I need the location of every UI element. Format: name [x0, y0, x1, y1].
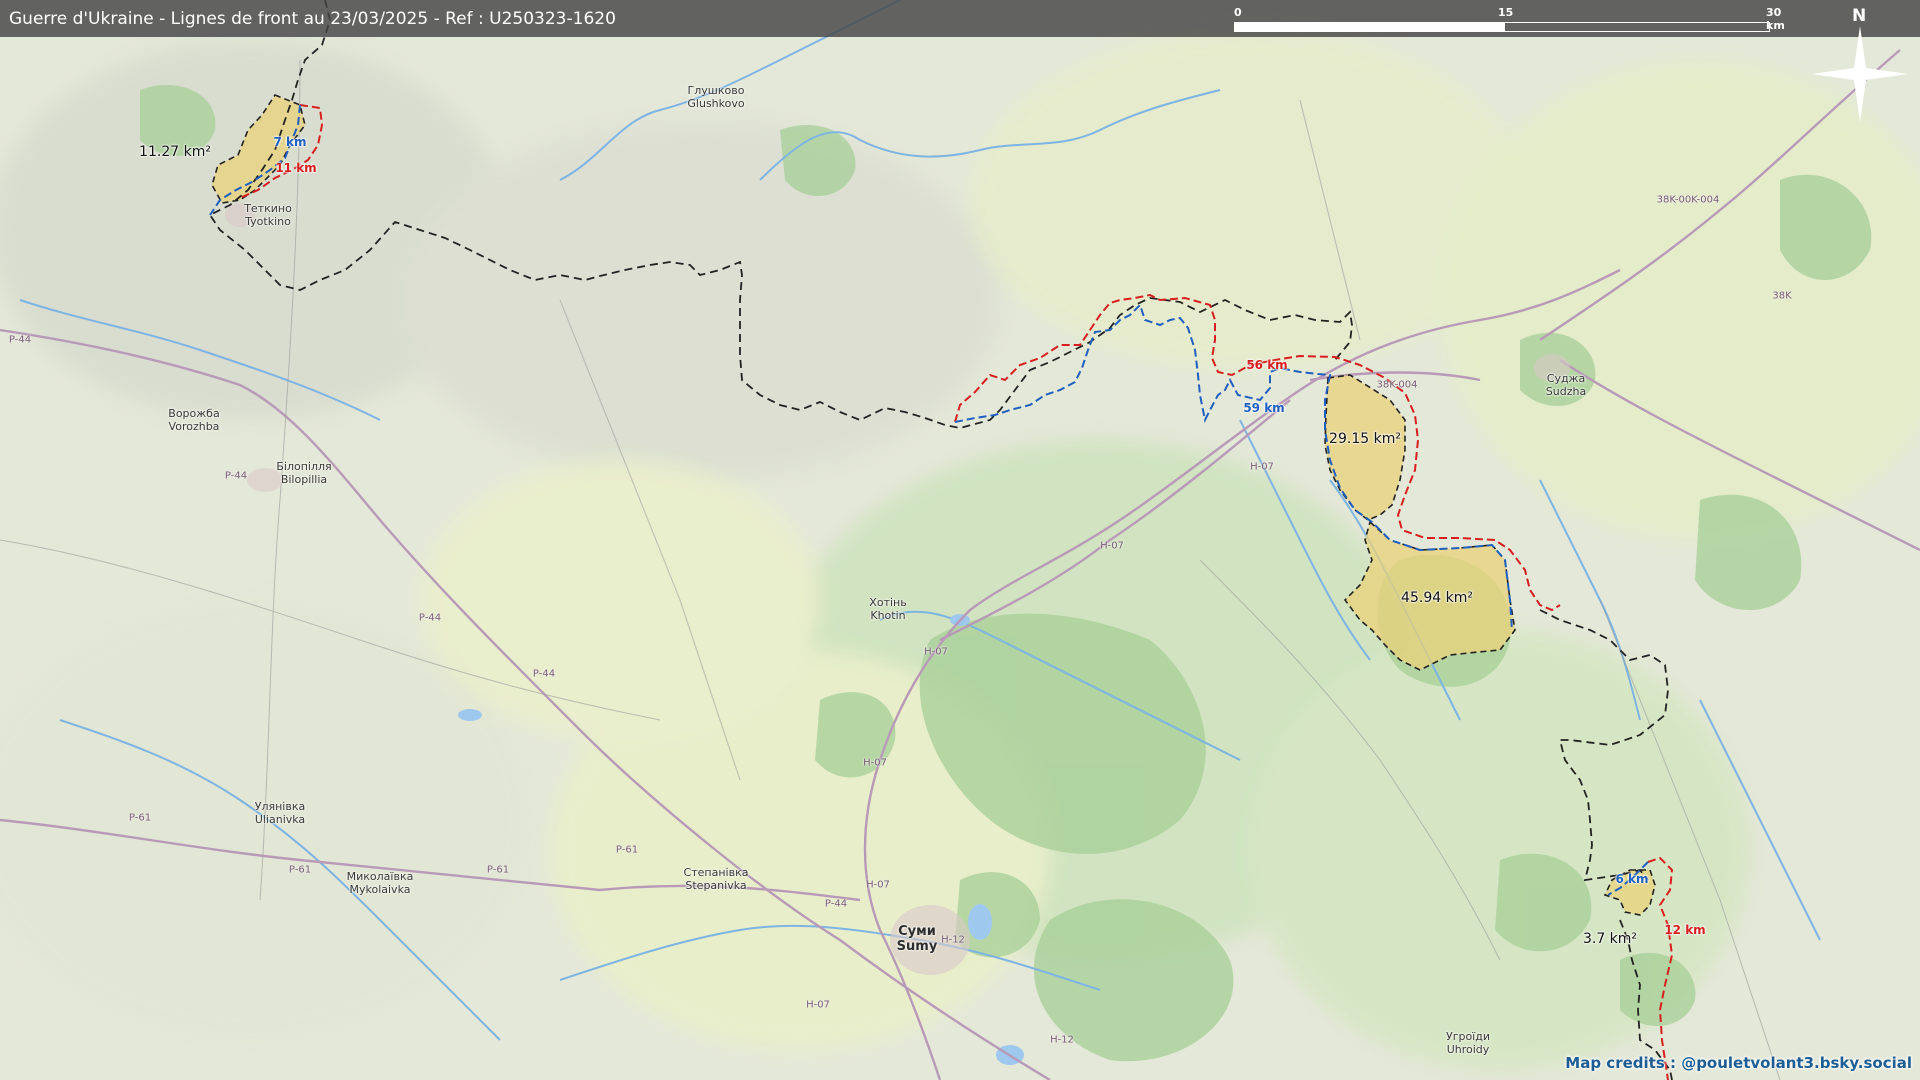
- north-label: N: [1852, 6, 1867, 26]
- place-sudzha: Суджа Sudzha: [1545, 372, 1587, 398]
- place-vorozhba: Ворожба Vorozhba: [168, 407, 220, 433]
- road-label: P-61: [128, 812, 152, 824]
- road-label: 38K: [1772, 290, 1792, 302]
- road-label: P-61: [486, 864, 510, 876]
- road-label: 38K-004: [1376, 379, 1418, 391]
- map-title: Guerre d'Ukraine - Lignes de front au 23…: [9, 9, 616, 29]
- area-label-southeast: 3.7 km²: [1582, 931, 1638, 947]
- place-ulianivka: Улянівка Ulianivka: [254, 800, 306, 826]
- road-label: H-07: [866, 879, 890, 891]
- road-label: P-44: [224, 470, 248, 482]
- road-label: H-07: [924, 646, 948, 658]
- road-label: 38K-00K-004: [1656, 194, 1720, 206]
- road-label: P-61: [288, 864, 312, 876]
- map-view[interactable]: Guerre d'Ukraine - Lignes de front au 23…: [0, 0, 1920, 1080]
- length-label-tyotkino-blue: 7 km: [273, 135, 307, 149]
- road-label: P-44: [8, 334, 32, 346]
- compass-star-icon: [1812, 26, 1908, 122]
- length-label-southeast-red: 12 km: [1664, 923, 1706, 937]
- area-label-tyotkino: 11.27 km²: [139, 144, 211, 160]
- scale-label-15: 15: [1498, 6, 1514, 19]
- length-label-southeast-blue: 6 km: [1615, 872, 1649, 886]
- road-label: H-07: [1250, 461, 1274, 473]
- scale-segment-1: [1234, 22, 1504, 32]
- scale-segment-2: [1504, 22, 1770, 32]
- place-khotin: Хотінь Khotin: [869, 596, 907, 622]
- area-label-south: 45.94 km²: [1401, 590, 1473, 606]
- place-uhroidy: Угроїди Uhroidy: [1445, 1030, 1491, 1056]
- road-label: P-44: [824, 898, 848, 910]
- place-glushkovo: Глушково Glushkovo: [687, 84, 745, 110]
- place-mykolaivka: Миколаївка Mykolaivka: [346, 870, 414, 896]
- place-bilopillia: Білопілля Bilopillia: [276, 460, 332, 486]
- map-credit: Map credits : @pouletvolant3.bsky.social: [1565, 1054, 1912, 1072]
- road-label: H-07: [806, 999, 830, 1011]
- area-label-north: 29.15 km²: [1329, 431, 1401, 447]
- length-label-tyotkino-red: 11 km: [275, 161, 317, 175]
- road-label: P-44: [418, 612, 442, 624]
- scale-bar: 0 15 30 km: [1234, 6, 1785, 34]
- scale-label-0: 0: [1234, 6, 1242, 19]
- place-tyotkino: Теткино Tyotkino: [244, 202, 292, 228]
- length-label-center-blue: 59 km: [1243, 401, 1285, 415]
- road-label: P-44: [532, 668, 556, 680]
- length-label-center-red: 56 km: [1246, 358, 1288, 372]
- road-label: H-12: [941, 934, 965, 946]
- road-label: H-12: [1050, 1034, 1074, 1046]
- road-label: P-61: [615, 844, 639, 856]
- place-stepanivka: Степанівка Stepanivka: [683, 866, 749, 892]
- place-sumy: Суми Sumy: [896, 924, 938, 954]
- road-label: H-07: [1100, 540, 1124, 552]
- north-arrow: N: [1810, 6, 1910, 122]
- title-bar: Guerre d'Ukraine - Lignes de front au 23…: [0, 0, 1920, 37]
- road-label: H-07: [863, 757, 887, 769]
